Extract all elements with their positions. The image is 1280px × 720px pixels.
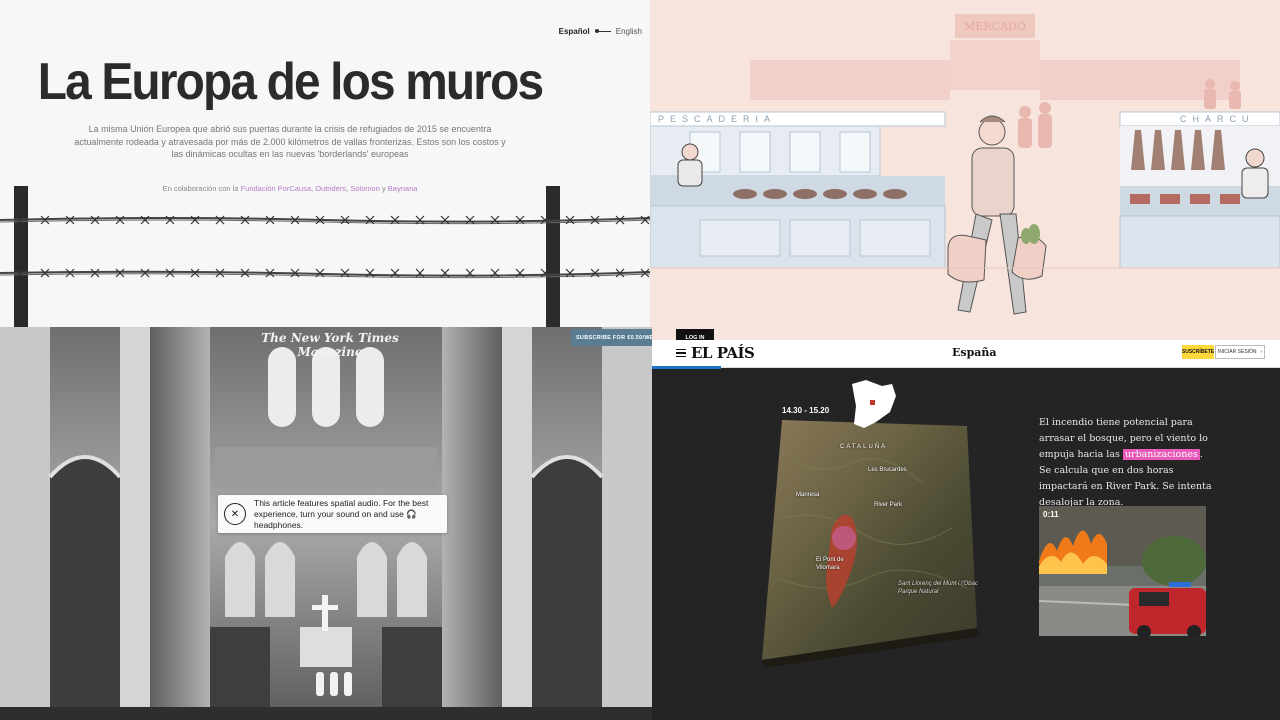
cathedral-panel: The New York Times Magazine SUBSCRIBE FO… bbox=[0, 327, 652, 720]
chevron-right-icon: › bbox=[1260, 349, 1263, 355]
map-label-town: River Park bbox=[874, 502, 903, 508]
el-pais-header: EL PAÍS España SUSCRÍBETE INICIAR SESIÓN… bbox=[652, 340, 1280, 369]
map-label-region: CATALUÑA bbox=[840, 444, 888, 450]
fire-video-frame bbox=[1039, 506, 1206, 636]
language-switcher[interactable]: Español English bbox=[559, 27, 642, 36]
nyt-magazine-masthead[interactable]: The New York Times Magazine bbox=[230, 331, 430, 359]
barb bbox=[340, 268, 350, 278]
spatial-audio-notice: ✕ This article features spatial audio. F… bbox=[218, 495, 447, 533]
menu-icon[interactable] bbox=[676, 349, 686, 357]
audio-notice-text: This article features spatial audio. For… bbox=[254, 497, 429, 530]
login-button[interactable]: INICIAR SESIÓN › bbox=[1215, 345, 1265, 359]
map-label-town: El Pont de Vilomara bbox=[816, 557, 844, 571]
stall-right-sign: CHARCU bbox=[1180, 114, 1255, 124]
login-label: INICIAR SESIÓN bbox=[1217, 349, 1257, 355]
barb bbox=[190, 268, 200, 278]
barb bbox=[490, 215, 500, 225]
highlight-urbanizaciones[interactable]: urbanizaciones bbox=[1122, 449, 1200, 460]
map-label-town: Les Brucardes bbox=[868, 467, 907, 473]
story-text: El incendio tiene potencial para arrasar… bbox=[1039, 415, 1214, 511]
barb bbox=[165, 268, 175, 278]
el-pais-logo[interactable]: EL PAÍS bbox=[691, 344, 755, 362]
video-timestamp: 0:11 bbox=[1043, 510, 1059, 519]
lang-toggle[interactable] bbox=[594, 29, 611, 33]
wildfire-3d-map[interactable] bbox=[752, 378, 992, 668]
map-label-town: Manresa bbox=[796, 492, 820, 498]
market-illustration-panel: MERCADO PESCADERIA CHARCU bbox=[650, 0, 1280, 340]
lang-es-link[interactable]: Español bbox=[559, 27, 590, 36]
speaker-muted-icon[interactable]: ✕ bbox=[224, 503, 246, 525]
market-sign-text: MERCADO bbox=[964, 20, 1026, 33]
stall-left-sign: PESCADERIA bbox=[658, 114, 776, 124]
lang-en-link[interactable]: English bbox=[616, 27, 642, 36]
barb bbox=[440, 215, 450, 225]
terrain-block bbox=[762, 420, 977, 660]
fire-origin-marker bbox=[832, 526, 856, 550]
subscribe-button[interactable]: SUBSCRIBE FOR €0.50/WEEK bbox=[571, 329, 652, 346]
muros-panel: Español English La Europa de los muros L… bbox=[0, 0, 650, 327]
fire-video[interactable]: 0:11 bbox=[1039, 506, 1206, 636]
section-title[interactable]: España bbox=[952, 346, 997, 359]
subscribe-button[interactable]: SUSCRÍBETE bbox=[1182, 345, 1214, 359]
barb bbox=[415, 215, 425, 225]
page-subtitle: La misma Unión Europea que abrió sus pue… bbox=[74, 124, 506, 159]
page-title: La Europa de los muros bbox=[37, 53, 544, 111]
barb bbox=[465, 215, 475, 225]
barb bbox=[565, 268, 575, 278]
barbed-wire-fence bbox=[0, 186, 650, 327]
el-pais-panel: EL PAÍS España SUSCRÍBETE INICIAR SESIÓN… bbox=[652, 340, 1280, 720]
market-illustration: MERCADO PESCADERIA CHARCU bbox=[650, 0, 1280, 340]
reading-progress-bar bbox=[652, 366, 722, 369]
barb bbox=[115, 268, 125, 278]
barb bbox=[90, 268, 100, 278]
time-range: 14.30 - 15.20 bbox=[782, 406, 830, 415]
barb bbox=[140, 268, 150, 278]
barb bbox=[65, 215, 75, 225]
barb bbox=[265, 215, 275, 225]
map-label-park: Sant Llorenç del Munt i l'Obac Parque Na… bbox=[898, 581, 978, 595]
